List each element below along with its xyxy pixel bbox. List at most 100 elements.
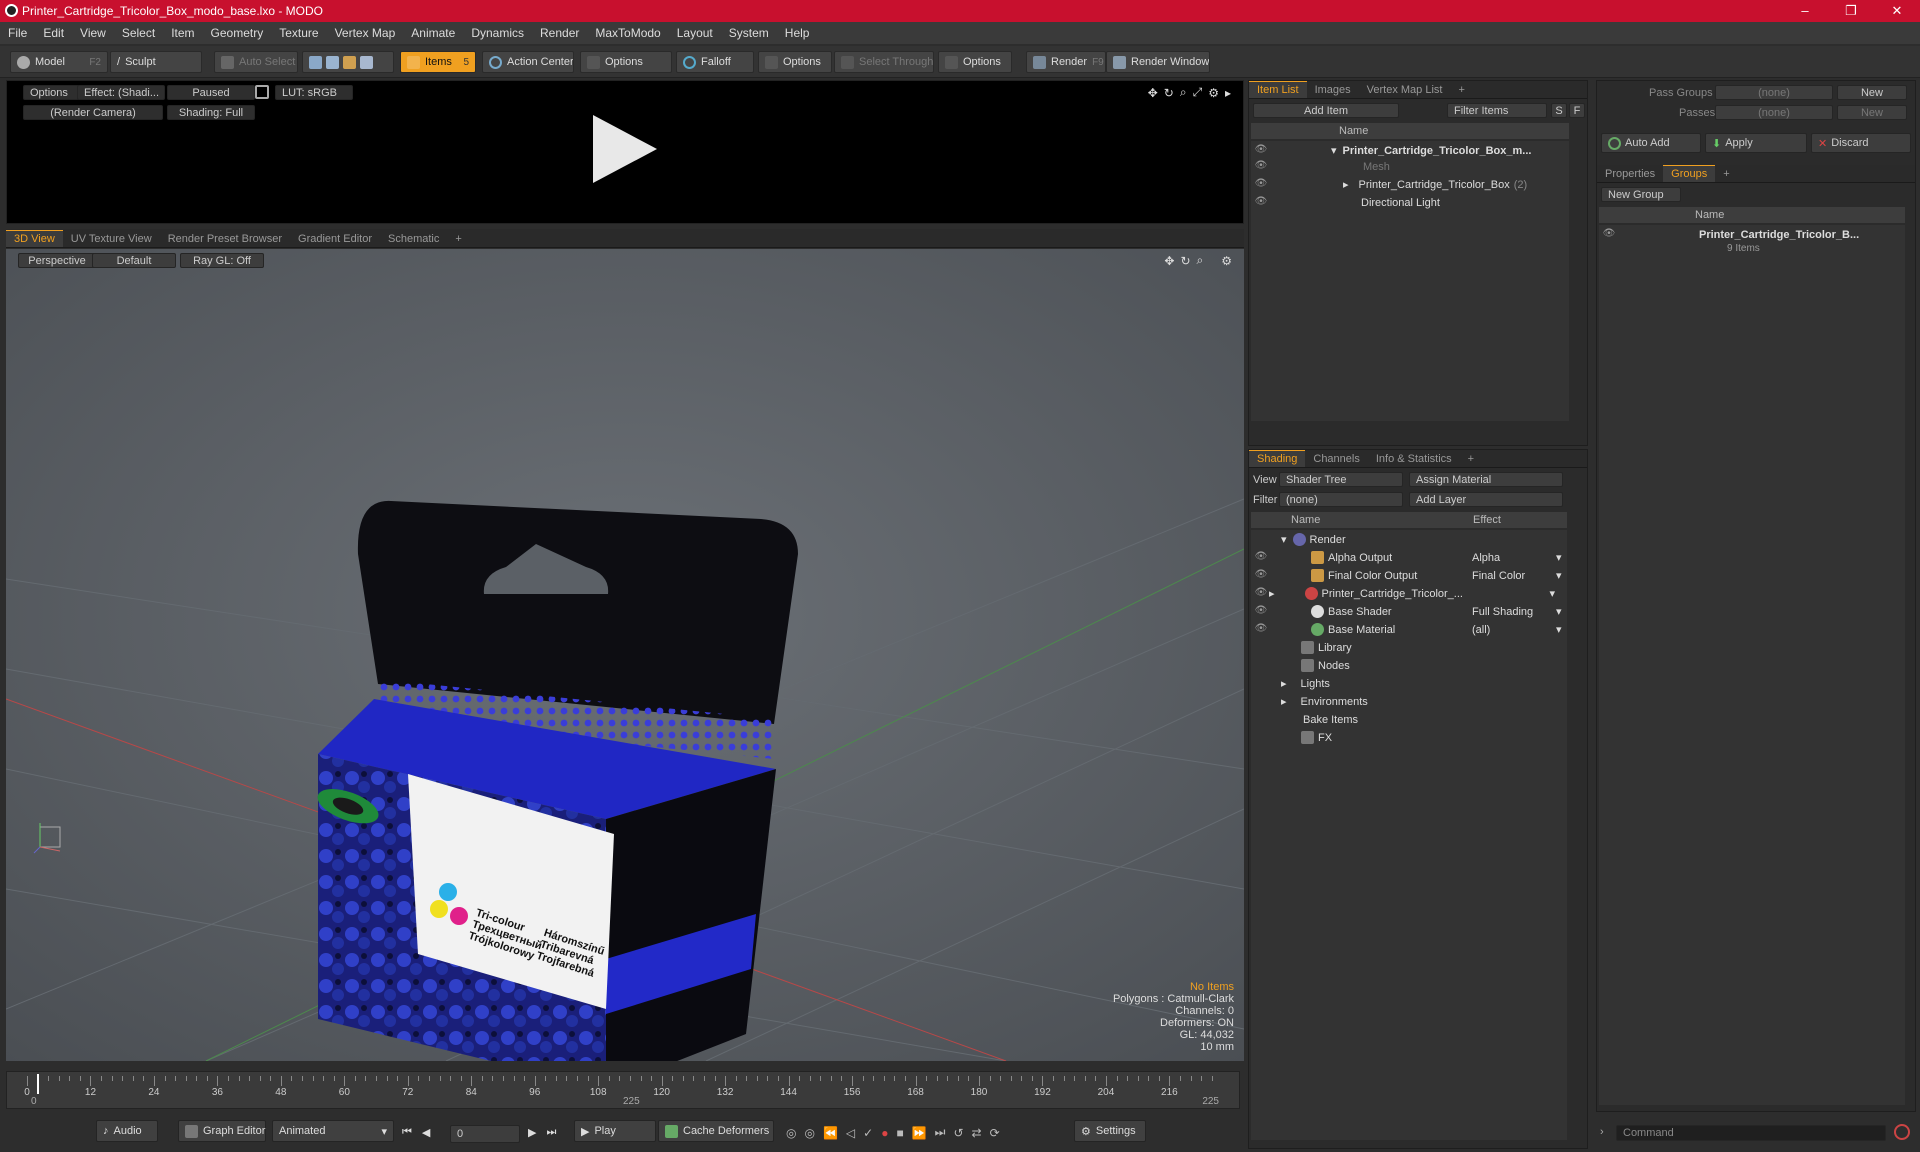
menu-dynamics[interactable]: Dynamics (463, 26, 532, 40)
rotate-view-icon[interactable]: ↻ (1164, 86, 1174, 100)
loop-icon[interactable]: ↺ (953, 1126, 963, 1140)
stop-icon[interactable]: ■ (896, 1126, 903, 1140)
perspective-dropdown[interactable]: Perspective (18, 253, 96, 268)
shader-row-base-material[interactable]: 👁 Base Material (all) ▾ (1251, 622, 1567, 637)
shader-row-nodes[interactable]: Nodes (1251, 658, 1567, 673)
auto-add-button[interactable]: Auto Add (1601, 133, 1701, 153)
shader-row-final-color[interactable]: 👁 Final Color Output Final Color ▾ (1251, 568, 1567, 583)
menu-item[interactable]: Item (163, 26, 202, 40)
shader-row-base-shader[interactable]: 👁 Base Shader Full Shading ▾ (1251, 604, 1567, 619)
filter-items-input[interactable]: Filter Items (1447, 103, 1547, 118)
new-pass-button[interactable]: New (1837, 105, 1907, 120)
next-frame-icon[interactable]: ⏩ (912, 1126, 927, 1140)
menu-help[interactable]: Help (777, 26, 818, 40)
passes-dropdown[interactable]: (none) (1715, 105, 1833, 120)
menu-system[interactable]: System (721, 26, 777, 40)
view-dropdown[interactable]: Shader Tree (1279, 472, 1403, 487)
3d-viewport[interactable]: Tri-colour Трехцветный Trójkolorowy Hároms… (6, 249, 1244, 1061)
shader-row-material-group[interactable]: 👁 ▸ Printer_Cartridge_Tricolor_... ▾ (1251, 586, 1567, 601)
maximize-button[interactable]: ❐ (1828, 0, 1874, 22)
chevron-down-icon[interactable]: ▾ (1556, 623, 1562, 636)
chevron-down-icon[interactable]: ▾ (1556, 605, 1562, 618)
close-button[interactable]: ✕ (1874, 0, 1920, 22)
rotate-view-icon[interactable]: ↻ (1180, 254, 1190, 268)
tree-row-box-group[interactable]: 👁 ▸ Printer_Cartridge_Tricolor_Box (2) (1251, 177, 1569, 192)
tree-row-directional-light[interactable]: 👁 Directional Light (1251, 195, 1569, 210)
material-mode-icon[interactable] (360, 55, 373, 69)
eye-icon[interactable]: 👁 (1251, 605, 1271, 619)
minimize-button[interactable]: – (1782, 0, 1828, 22)
tab-groups[interactable]: Groups (1663, 165, 1716, 182)
tab-vertex-map-list[interactable]: Vertex Map List (1359, 82, 1451, 98)
cartridge-box-model[interactable] (313, 500, 798, 1061)
tab-channels[interactable]: Channels (1305, 451, 1367, 467)
chevron-down-icon[interactable]: ▾ (1550, 587, 1556, 600)
add-item-dropdown[interactable]: Add Item (1253, 103, 1399, 118)
shader-row-alpha-output[interactable]: 👁 Alpha Output Alpha ▾ (1251, 550, 1567, 565)
move-view-icon[interactable]: ✥ (1148, 86, 1158, 100)
audio-button[interactable]: ♪ Audio (96, 1120, 158, 1142)
menu-select[interactable]: Select (114, 26, 163, 40)
render-window-button[interactable]: Render Window (1106, 51, 1210, 73)
render-camera-dropdown[interactable]: (Render Camera) (23, 105, 163, 120)
add-tab-button[interactable]: + (447, 231, 469, 247)
select-options-button[interactable]: Options (938, 51, 1012, 73)
falloff-options-button[interactable]: Options (758, 51, 832, 73)
shader-row-fx[interactable]: FX (1251, 730, 1567, 745)
polygon-mode-icon[interactable] (343, 55, 356, 69)
menu-vertex-map[interactable]: Vertex Map (327, 26, 404, 40)
prev-key-icon[interactable]: ◀ (422, 1126, 430, 1139)
filter-dropdown[interactable]: (none) (1279, 492, 1403, 507)
menu-view[interactable]: View (72, 26, 114, 40)
zoom-view-icon[interactable]: ⌕ (1197, 253, 1204, 268)
sync-icon[interactable]: ⇄ (972, 1126, 982, 1140)
prev-frame-icon[interactable]: ⏪ (823, 1126, 838, 1140)
expand-arrow-icon[interactable]: ▸ (1281, 677, 1287, 690)
menu-texture[interactable]: Texture (271, 26, 326, 40)
gear-icon[interactable]: ⚙ (1208, 86, 1219, 100)
new-pass-group-button[interactable]: New (1837, 85, 1907, 100)
maximize-view-icon[interactable]: ⤢ (1193, 85, 1203, 100)
animated-dropdown[interactable]: Animated ▾ (272, 1120, 394, 1142)
items-mode-button[interactable]: Items 5 (400, 51, 476, 73)
play-preview-icon[interactable] (593, 115, 657, 183)
shading-dropdown[interactable]: Shading: Full (167, 105, 255, 120)
timeline[interactable]: 0 12 24 36 48 60 72 84 96 108 120 132 144 156 168 180 19… (6, 1071, 1240, 1109)
shader-row-library[interactable]: Library (1251, 640, 1567, 655)
eye-icon[interactable]: 👁 (1251, 551, 1271, 565)
tab-3d-view[interactable]: 3D View (6, 230, 63, 247)
menu-maxtomodo[interactable]: MaxToModo (587, 26, 668, 40)
group-row[interactable]: 👁 Printer_Cartridge_Tricolor_B... (1599, 227, 1905, 242)
render-button[interactable]: Render F9 (1026, 51, 1106, 73)
preview-paused-button[interactable]: Paused (167, 85, 255, 100)
command-history-icon[interactable] (1894, 1124, 1910, 1140)
add-tab-button[interactable]: + (1715, 166, 1737, 182)
pass-groups-dropdown[interactable]: (none) (1715, 85, 1833, 100)
filter-toggle-f[interactable]: F (1569, 103, 1585, 118)
eye-icon[interactable]: 👁 (1251, 196, 1271, 210)
graph-editor-button[interactable]: Graph Editor (178, 1120, 266, 1142)
key-all-icon[interactable]: ◎ (804, 1126, 814, 1140)
expand-arrow-icon[interactable]: ▸ (1281, 695, 1287, 708)
preview-effect-dropdown[interactable]: Effect: (Shadi... (77, 85, 165, 100)
eye-icon[interactable]: 👁 (1251, 160, 1271, 174)
tab-properties[interactable]: Properties (1597, 166, 1663, 182)
record-icon[interactable]: ● (881, 1126, 888, 1140)
shader-row-bake-items[interactable]: Bake Items (1251, 712, 1567, 727)
cycle-icon[interactable]: ⟳ (990, 1126, 1000, 1140)
preview-options-button[interactable]: Options (23, 85, 79, 100)
tab-render-preset-browser[interactable]: Render Preset Browser (160, 231, 290, 247)
tree-row-scene[interactable]: 👁 ▾ Printer_Cartridge_Tricolor_Box_m... (1251, 143, 1569, 158)
search-toggle-s[interactable]: S (1551, 103, 1567, 118)
assign-material-button[interactable]: Assign Material (1409, 472, 1563, 487)
select-through-button[interactable]: Select Through (834, 51, 934, 73)
add-tab-button[interactable]: + (1450, 82, 1472, 98)
lock-icon[interactable] (255, 85, 269, 99)
expand-arrow-icon[interactable]: ▾ (1281, 533, 1287, 546)
edge-mode-icon[interactable] (326, 55, 339, 69)
eye-icon[interactable]: 👁 (1251, 623, 1271, 637)
play-button[interactable]: ▶ Play (574, 1120, 656, 1142)
tab-item-list[interactable]: Item List (1249, 81, 1307, 98)
tab-shading[interactable]: Shading (1249, 450, 1306, 467)
discard-button[interactable]: ✕ Discard (1811, 133, 1911, 153)
